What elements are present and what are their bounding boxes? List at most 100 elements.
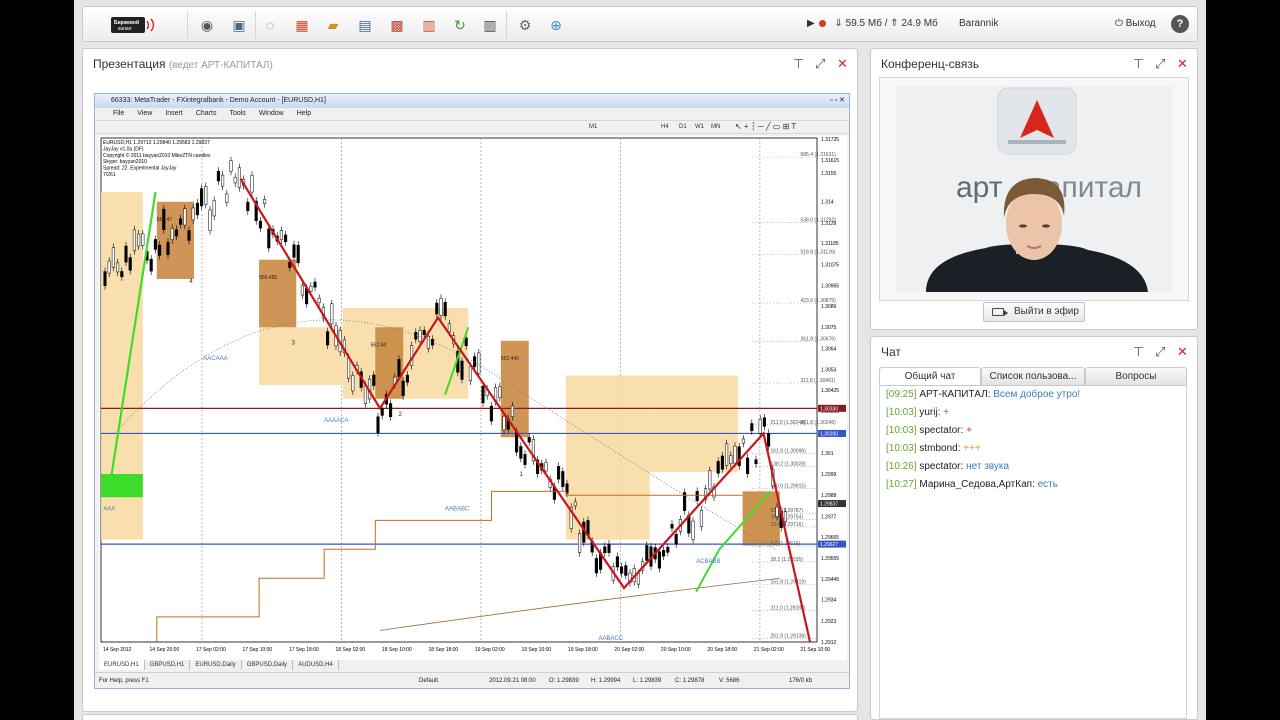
candle-body (426, 336, 430, 349)
candle-body (380, 408, 384, 416)
cubes-icon[interactable]: ▦ (290, 13, 314, 37)
candle-body (233, 177, 237, 184)
close-icon[interactable]: ✕ (1177, 345, 1188, 359)
webcam-icon[interactable]: ◉ (195, 13, 219, 37)
chat-message-text: + (943, 407, 950, 418)
chat-bubble-icon[interactable]: ◌ (258, 13, 282, 37)
candle-body (137, 233, 141, 247)
tab-user-list[interactable]: Список пользова... (981, 367, 1085, 385)
chat-message-name: stmbond: (919, 443, 961, 454)
tf-d1[interactable]: D1 (679, 124, 687, 130)
record-icon[interactable] (818, 20, 826, 27)
chat-message-time: [10:03] (886, 407, 917, 418)
status-profile: Default (419, 678, 439, 684)
layout-icon[interactable]: ▥ (478, 13, 502, 37)
candle-body (498, 386, 502, 399)
pattern-label: AAA (103, 507, 115, 513)
chat-message: [10:03] yurij: + (886, 407, 949, 418)
notes-icon[interactable]: ▥ (417, 13, 441, 37)
mt4-menu-view[interactable]: View (137, 110, 152, 117)
symbol-tab[interactable]: GBPUSD,H1 (145, 660, 191, 670)
expand-icon[interactable]: ⤢ (1155, 57, 1165, 71)
price-zone (649, 375, 738, 473)
pin-icon[interactable]: ⊤ (793, 57, 804, 71)
y-tick-label: 1.29555 (821, 556, 839, 562)
mt4-menu-tools[interactable]: Tools (229, 110, 245, 117)
symbol-tab[interactable]: GBPUSD,Daily (242, 660, 294, 670)
candle-body (762, 417, 766, 427)
candle-body (502, 416, 506, 431)
candle-body (624, 565, 628, 576)
box-label: 550.450 (259, 275, 277, 281)
candle-body (578, 533, 582, 553)
refresh-arrow-icon[interactable]: ↻ (448, 13, 472, 37)
candle-body (221, 174, 225, 187)
birzhevoy-logo[interactable]: Биржевой канал (111, 15, 161, 35)
x-tick-label: 19 Sep 10:00 (521, 647, 551, 653)
clipboard-icon[interactable]: ▤ (353, 13, 377, 37)
tf-m1[interactable]: M1 (589, 124, 597, 130)
pin-icon[interactable]: ⊤ (1133, 345, 1144, 359)
candle-body (204, 186, 208, 205)
window-controls-icon[interactable]: ▫ ▫ ✕ (830, 94, 845, 108)
expand-icon[interactable]: ⤢ (815, 57, 825, 71)
candle-body (662, 550, 666, 557)
folder-icon[interactable]: ▰ (321, 13, 345, 37)
candle-body (267, 228, 271, 249)
symbol-tab[interactable]: AUDUSD,H4 (293, 660, 339, 670)
tab-general-chat[interactable]: Общий чат (879, 367, 981, 385)
chat-message-name: Марина_Седова,АртКап: (919, 479, 1035, 490)
mt4-menu-window[interactable]: Window (259, 110, 284, 117)
chat-message: [09:25] АРТ-КАПИТАЛ: Всем доброе утро! (886, 389, 1080, 400)
tab-questions[interactable]: Вопросы (1085, 367, 1187, 385)
fib-label: 138.2 (1.30028) (771, 462, 807, 468)
tf-h4[interactable]: H4 (661, 124, 669, 130)
mt4-menu-charts[interactable]: Charts (196, 110, 217, 117)
candle-body (330, 303, 334, 325)
candle-body (695, 491, 699, 502)
mt4-menu-insert[interactable]: Insert (165, 110, 183, 117)
close-icon[interactable]: ✕ (1177, 57, 1188, 71)
chat-message-name: yurij: (919, 407, 941, 418)
candle-body (170, 228, 174, 240)
candle-body (720, 455, 724, 470)
presentation-panel: Презентация (ведет АРТ-КАПИТАЛ) ⊤ ⤢ ✕ 66… (82, 48, 858, 712)
pattern-label: AACAAA (203, 356, 227, 362)
mt4-menu-help[interactable]: Help (297, 110, 311, 117)
candle-body (746, 457, 750, 474)
price-badge-label: 1.30200 (820, 431, 838, 437)
fib-label: 161.8 (1.30096) (771, 449, 807, 455)
expand-icon[interactable]: ⤢ (1155, 345, 1165, 359)
candle-body (174, 229, 178, 237)
blocks-icon[interactable]: ▩ (385, 13, 409, 37)
y-tick-label: 1.2977 (821, 514, 837, 520)
symbol-tab[interactable]: EURUSD,Daily (190, 660, 242, 670)
price-chart[interactable]: 685.4 (1.31631)538.0 (1.31292)518.8 (1.3… (99, 136, 847, 660)
mt4-statusbar: For Help, press F1 Default 2012.09.21 08… (95, 672, 849, 688)
candle-body (258, 220, 262, 229)
chat-messages[interactable]: [09:25] АРТ-КАПИТАЛ: Всем доброе утро! [1… (879, 385, 1187, 719)
play-icon[interactable]: ▶ (807, 18, 815, 29)
pin-icon[interactable]: ⊤ (1133, 57, 1144, 71)
presentation-icon[interactable]: ▣ (227, 13, 251, 37)
y-tick-label: 1.31075 (821, 262, 839, 268)
candle-body (397, 359, 401, 377)
candle-body (666, 546, 670, 553)
help-button[interactable]: ? (1171, 15, 1189, 33)
candle-body (326, 331, 330, 346)
video-stream[interactable]: арт капитал (896, 86, 1172, 292)
mt4-menu-file[interactable]: File (113, 110, 124, 117)
cursor-tools-icon[interactable]: ↖ + ┆ ─ ╱ ▭ ⊞ T (735, 122, 796, 131)
logout-button[interactable]: ⏻ Выход (1115, 18, 1156, 29)
symbol-tab[interactable]: EURUSD,H1 (99, 660, 145, 670)
tf-mn[interactable]: MN (711, 124, 720, 130)
chat-message-time: [10:03] (886, 443, 917, 454)
candle-body (418, 329, 422, 342)
close-icon[interactable]: ✕ (837, 57, 848, 71)
add-user-icon[interactable]: ⊕ (544, 13, 568, 37)
candle-body (246, 201, 250, 212)
go-live-button[interactable]: Выйти в эфир (983, 302, 1085, 322)
tf-w1[interactable]: W1 (695, 124, 704, 130)
chat-message-time: [10:03] (886, 425, 917, 436)
gear-icon[interactable]: ⚙ (513, 13, 537, 37)
